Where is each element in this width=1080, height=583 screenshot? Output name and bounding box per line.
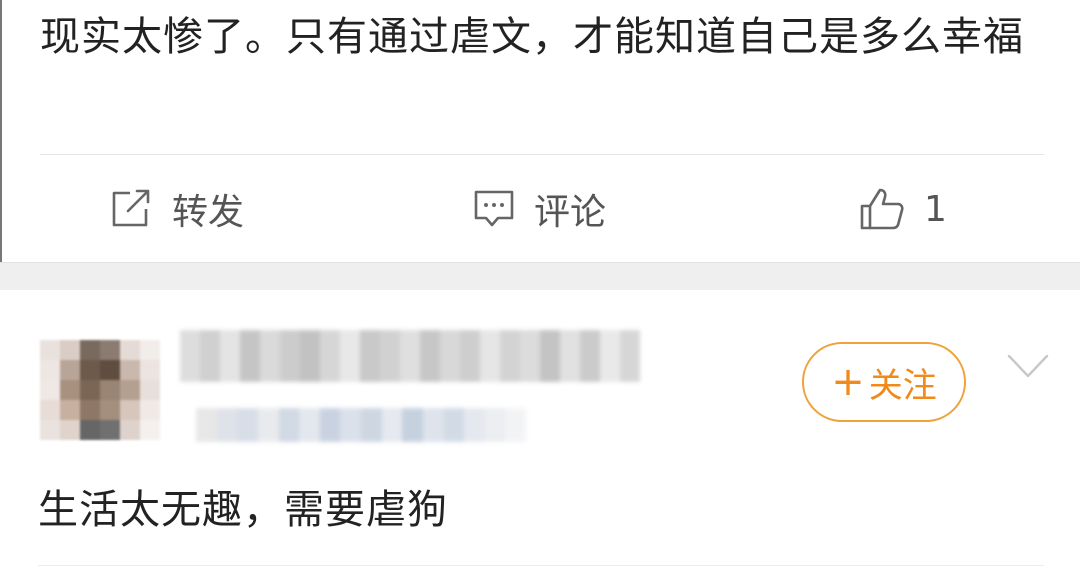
action-bar: 转发 评论 1 xyxy=(2,155,1080,261)
follow-button[interactable]: + 关注 xyxy=(802,342,966,422)
repost-button[interactable]: 转发 xyxy=(110,185,244,233)
section-separator xyxy=(0,262,1080,292)
post-text: 现实太惨了。只有通过虐文，才能知道自己是多么幸福 xyxy=(40,14,1024,60)
comment-card: + 关注 生活太无趣，需要虐狗 xyxy=(0,290,1080,583)
plus-icon: + xyxy=(831,359,865,405)
username-blurred[interactable] xyxy=(180,330,640,382)
chevron-down-icon[interactable] xyxy=(1006,352,1050,382)
avatar[interactable] xyxy=(40,340,160,440)
thumbs-up-icon xyxy=(858,186,906,232)
comment-label: 评论 xyxy=(534,192,607,233)
follow-label: 关注 xyxy=(868,365,937,406)
meta-blurred xyxy=(196,408,526,442)
post-card: 现实太惨了。只有通过虐文，才能知道自己是多么幸福 转发 评论 1 xyxy=(0,0,1080,262)
bottom-divider xyxy=(38,565,1044,566)
chat-bubble-icon xyxy=(472,188,516,230)
comment-button[interactable]: 评论 xyxy=(472,185,606,233)
comment-text: 生活太无趣，需要虐狗 xyxy=(38,487,448,533)
repost-label: 转发 xyxy=(172,192,245,233)
like-count: 1 xyxy=(924,188,947,230)
share-square-icon xyxy=(110,189,154,229)
like-button[interactable]: 1 xyxy=(858,185,947,233)
